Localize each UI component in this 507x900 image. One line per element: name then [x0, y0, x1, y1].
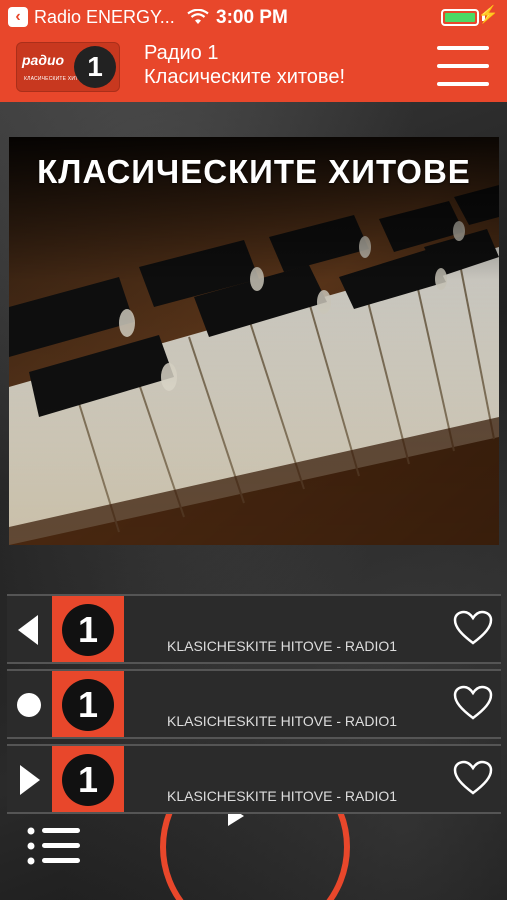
thumbnail-number: 1	[62, 754, 114, 806]
record-dot-icon[interactable]	[11, 687, 47, 723]
playlist-row[interactable]: 1 KLASICHESKITE HITOVE - RADIO1	[7, 669, 501, 739]
track-thumbnail: 1	[52, 671, 124, 737]
app-header: радио КЛАСИЧЕСКИТЕ ХИТОВЕ 1 Радио 1 Клас…	[0, 34, 507, 102]
station-title: Радио 1	[144, 42, 219, 64]
hamburger-icon-line	[437, 64, 489, 68]
track-title: KLASICHESKITE HITOVE - RADIO1	[167, 713, 398, 729]
battery-icon	[441, 9, 479, 26]
previous-icon[interactable]	[11, 612, 47, 648]
playlist-row[interactable]: 1 KLASICHESKITE HITOVE - RADIO1	[7, 744, 501, 814]
carrier-label: Radio ENERGY...	[34, 6, 175, 27]
hamburger-icon	[437, 46, 489, 50]
status-bar: ‹ Radio ENERGY... 3:00 PM ⚡	[0, 0, 507, 34]
heart-icon[interactable]	[453, 760, 493, 796]
wifi-icon	[187, 9, 209, 24]
charging-icon: ⚡	[477, 5, 499, 24]
thumbnail-number: 1	[62, 679, 114, 731]
thumbnail-number: 1	[62, 604, 114, 656]
album-artwork: КЛАСИЧЕСКИТЕ ХИТОВЕ	[9, 137, 499, 545]
track-title: KLASICHESKITE HITOVE - RADIO1	[167, 788, 398, 804]
list-icon[interactable]	[26, 826, 82, 866]
artwork-title: КЛАСИЧЕСКИТЕ ХИТОВЕ	[37, 153, 471, 190]
piano-image	[9, 137, 499, 545]
next-icon[interactable]	[11, 762, 47, 798]
track-thumbnail: 1	[52, 746, 124, 812]
heart-icon[interactable]	[453, 685, 493, 721]
station-subtitle: Класическите хитове!	[144, 66, 346, 88]
logo-number: 1	[74, 46, 116, 88]
heart-icon[interactable]	[453, 610, 493, 646]
playlist-row[interactable]: 1 KLASICHESKITE HITOVE - RADIO1	[7, 594, 501, 664]
station-logo: радио КЛАСИЧЕСКИТЕ ХИТОВЕ 1	[16, 42, 120, 92]
clock: 3:00 PM	[216, 7, 288, 28]
back-to-app-icon[interactable]: ‹	[8, 7, 28, 27]
menu-button[interactable]	[437, 46, 489, 90]
logo-text: радио	[22, 52, 65, 68]
track-thumbnail: 1	[52, 596, 124, 662]
track-title: KLASICHESKITE HITOVE - RADIO1	[167, 638, 398, 654]
hamburger-icon-line	[437, 82, 489, 86]
